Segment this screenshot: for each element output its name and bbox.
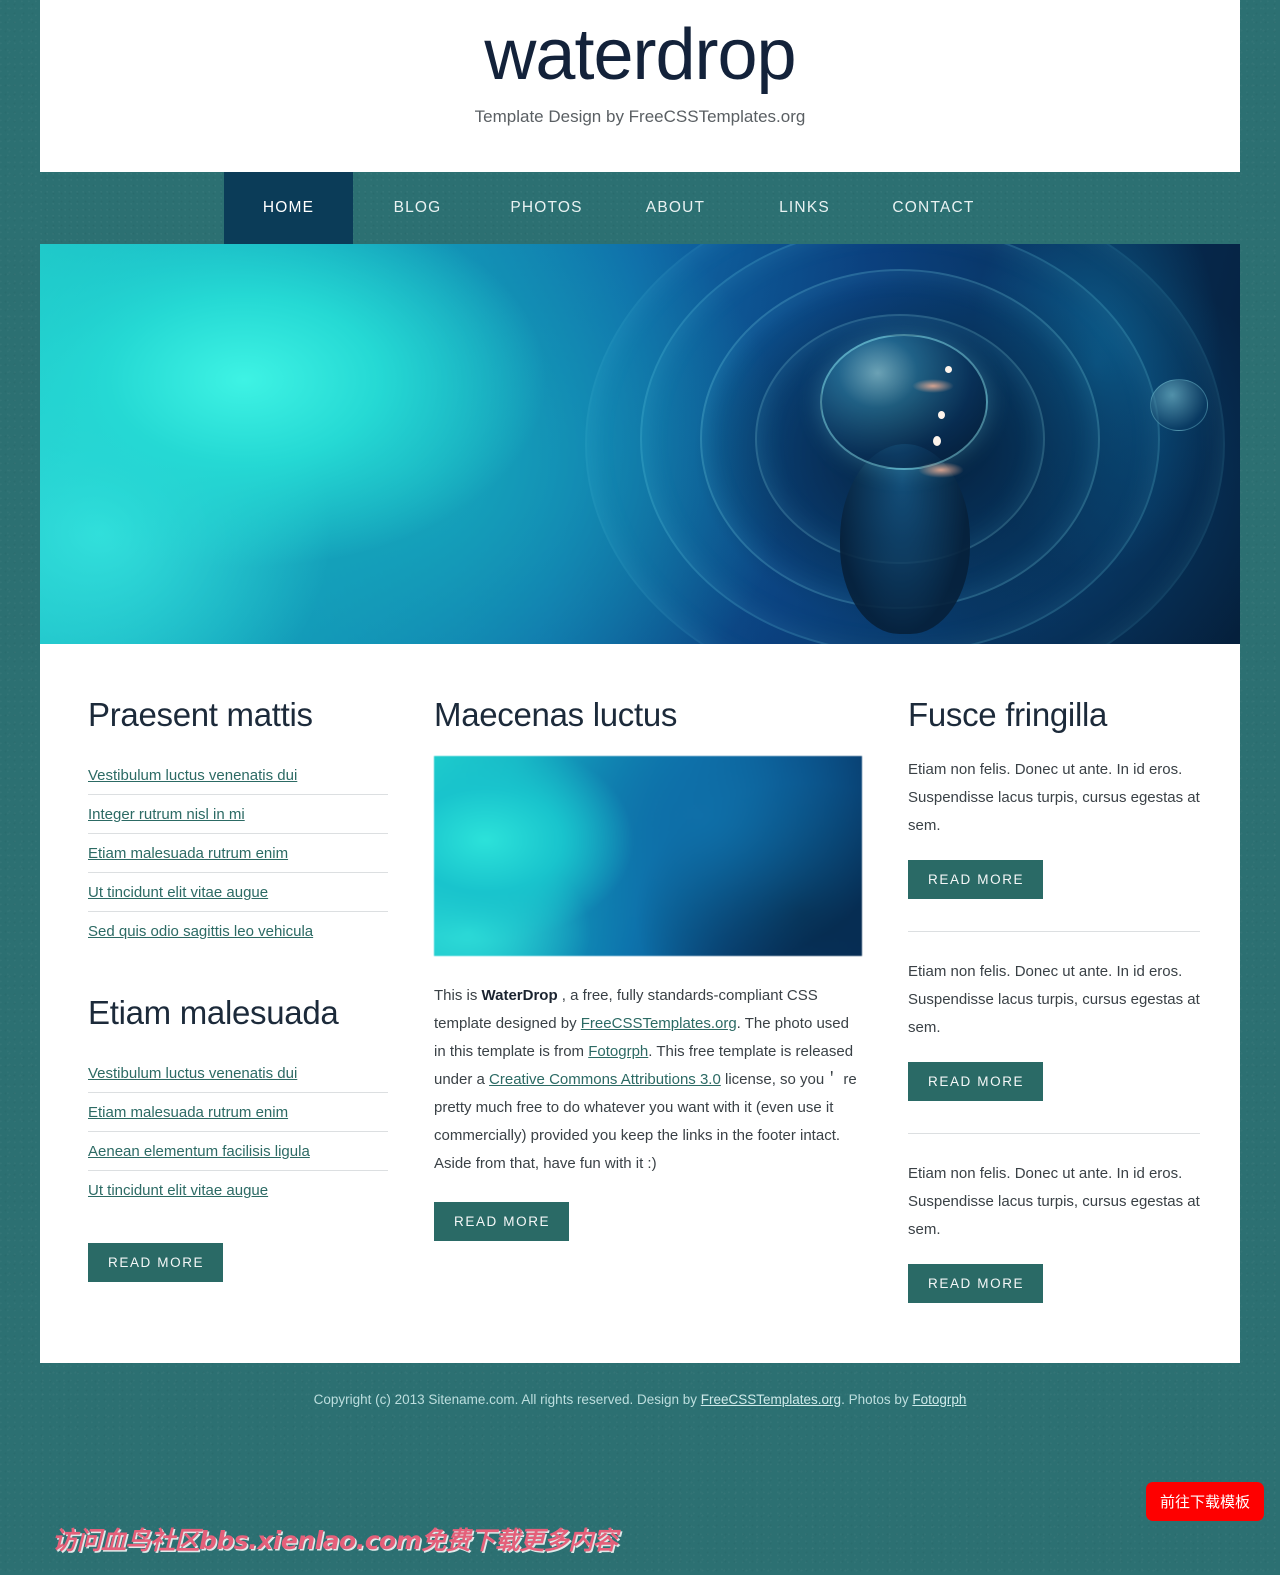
main-content: Praesent mattis Vestibulum luctus venena… bbox=[40, 644, 1240, 1363]
site-watermark: 访问血鸟社区bbs.xienlao.com免费下载更多内容 bbox=[52, 1526, 618, 1555]
nav-item-home[interactable]: HOME bbox=[224, 172, 353, 244]
list-item: Aenean elementum facilisis ligula bbox=[88, 1132, 388, 1171]
right-read-more-button-1[interactable]: READ MORE bbox=[908, 860, 1044, 899]
nav-item-about[interactable]: ABOUT bbox=[611, 172, 740, 244]
left-link-2-4[interactable]: Ut tincidunt elit vitae augue bbox=[88, 1171, 388, 1209]
main-navigation: HOME BLOG PHOTOS ABOUT LINKS CONTACT bbox=[40, 172, 1240, 244]
site-footer: Copyright (c) 2013 Sitename.com. All rig… bbox=[40, 1363, 1240, 1407]
page-container: waterdrop Template Design by FreeCSSTemp… bbox=[40, 0, 1240, 1407]
site-header: waterdrop Template Design by FreeCSSTemp… bbox=[40, 0, 1240, 172]
list-item: Vestibulum luctus venenatis dui bbox=[88, 756, 388, 795]
list-item: Sed quis odio sagittis leo vehicula bbox=[88, 912, 388, 950]
left-link-1-5[interactable]: Sed quis odio sagittis leo vehicula bbox=[88, 912, 388, 950]
site-tagline: Template Design by FreeCSSTemplates.org bbox=[474, 106, 806, 126]
left-link-1-1[interactable]: Vestibulum luctus venenatis dui bbox=[88, 756, 388, 794]
nav-item-links[interactable]: LINKS bbox=[740, 172, 869, 244]
droplet-specular-1 bbox=[945, 366, 952, 373]
left-block-2-list: Vestibulum luctus venenatis dui Etiam ma… bbox=[88, 1054, 388, 1209]
left-block-2-title: Etiam malesuada bbox=[88, 994, 339, 1031]
left-link-2-1[interactable]: Vestibulum luctus venenatis dui bbox=[88, 1054, 388, 1092]
mid-paragraph: This is WaterDrop , a free, fully standa… bbox=[434, 982, 862, 1178]
right-block-3-text: Etiam non felis. Donec ut ante. In id er… bbox=[908, 1165, 1200, 1238]
secondary-droplet bbox=[1150, 379, 1208, 431]
footer-link-freecsstemplates[interactable]: FreeCSSTemplates.org bbox=[701, 1392, 841, 1407]
nav-item-contact[interactable]: CONTACT bbox=[869, 172, 998, 244]
left-link-1-2[interactable]: Integer rutrum nisl in mi bbox=[88, 795, 388, 833]
hero-banner-image bbox=[40, 244, 1240, 644]
droplet-specular-2 bbox=[938, 411, 945, 419]
middle-column: Maecenas luctus This is WaterDrop , a fr… bbox=[434, 696, 862, 1303]
nav-item-blog[interactable]: BLOG bbox=[353, 172, 482, 244]
footer-middle-text: . Photos by bbox=[841, 1392, 913, 1407]
left-column: Praesent mattis Vestibulum luctus venena… bbox=[88, 696, 388, 1303]
right-column: Fusce fringilla Etiam non felis. Donec u… bbox=[908, 696, 1200, 1303]
list-item: Etiam malesuada rutrum enim bbox=[88, 834, 388, 873]
mid-link-creative-commons[interactable]: Creative Commons Attributions 3.0 bbox=[489, 1071, 721, 1088]
download-template-button[interactable]: 前往下载模板 bbox=[1145, 1482, 1264, 1521]
droplet-specular-3 bbox=[933, 436, 941, 446]
list-item: Integer rutrum nisl in mi bbox=[88, 795, 388, 834]
right-block-2-text: Etiam non felis. Donec ut ante. In id er… bbox=[908, 963, 1200, 1036]
right-block-3: Etiam non felis. Donec ut ante. In id er… bbox=[908, 1160, 1200, 1303]
mid-read-more-button[interactable]: READ MORE bbox=[434, 1202, 570, 1241]
mid-text-1: This is bbox=[434, 987, 482, 1004]
site-title: waterdrop bbox=[484, 15, 796, 95]
list-item: Etiam malesuada rutrum enim bbox=[88, 1093, 388, 1132]
left-link-2-2[interactable]: Etiam malesuada rutrum enim bbox=[88, 1093, 388, 1131]
mid-title: Maecenas luctus bbox=[434, 696, 678, 733]
left-block-1-title: Praesent mattis bbox=[88, 696, 313, 733]
right-separator-2 bbox=[908, 1133, 1200, 1134]
right-read-more-button-2[interactable]: READ MORE bbox=[908, 1062, 1044, 1101]
left-link-1-4[interactable]: Ut tincidunt elit vitae augue bbox=[88, 873, 388, 911]
mid-thumbnail-image bbox=[434, 756, 862, 956]
left-link-2-3[interactable]: Aenean elementum facilisis ligula bbox=[88, 1132, 388, 1170]
right-block-1: Etiam non felis. Donec ut ante. In id er… bbox=[908, 756, 1200, 899]
droplet-warm-highlight-2 bbox=[918, 462, 964, 478]
nav-item-photos[interactable]: PHOTOS bbox=[482, 172, 611, 244]
footer-link-fotogrph[interactable]: Fotogrph bbox=[912, 1392, 966, 1407]
mid-link-freecsstemplates[interactable]: FreeCSSTemplates.org bbox=[581, 1015, 737, 1032]
water-droplet bbox=[820, 334, 988, 470]
mid-strong-waterdrop: WaterDrop bbox=[481, 987, 558, 1004]
droplet-warm-highlight-1 bbox=[912, 379, 954, 393]
list-item: Vestibulum luctus venenatis dui bbox=[88, 1054, 388, 1093]
list-item: Ut tincidunt elit vitae augue bbox=[88, 1171, 388, 1209]
right-block-1-text: Etiam non felis. Donec ut ante. In id er… bbox=[908, 761, 1200, 834]
left-read-more-button[interactable]: READ MORE bbox=[88, 1243, 224, 1282]
right-title: Fusce fringilla bbox=[908, 696, 1108, 733]
footer-copyright: Copyright (c) 2013 Sitename.com. All rig… bbox=[313, 1392, 701, 1407]
list-item: Ut tincidunt elit vitae augue bbox=[88, 873, 388, 912]
right-read-more-button-3[interactable]: READ MORE bbox=[908, 1264, 1044, 1303]
left-block-1-list: Vestibulum luctus venenatis dui Integer … bbox=[88, 756, 388, 950]
mid-link-fotogrph[interactable]: Fotogrph bbox=[588, 1043, 648, 1060]
right-separator-1 bbox=[908, 931, 1200, 932]
right-block-2: Etiam non felis. Donec ut ante. In id er… bbox=[908, 958, 1200, 1101]
left-link-1-3[interactable]: Etiam malesuada rutrum enim bbox=[88, 834, 388, 872]
